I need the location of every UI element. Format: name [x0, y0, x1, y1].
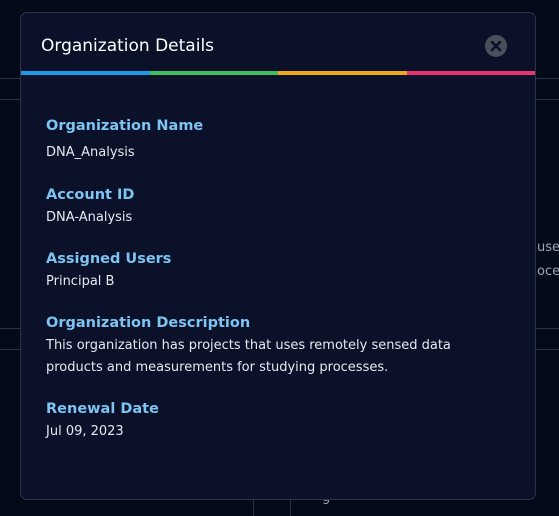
accent-segment-green — [149, 71, 278, 75]
close-button[interactable] — [485, 35, 507, 57]
org-description-field: Organization Description This organizati… — [46, 313, 506, 379]
renewal-date-value: Jul 09, 2023 — [46, 424, 124, 439]
org-description-label: Organization Description — [46, 315, 251, 331]
organization-details-modal: Organization Details Organization Name D… — [20, 12, 536, 500]
accent-color-bar — [21, 71, 535, 75]
org-description-value: This organization has projects that uses… — [46, 338, 451, 375]
org-name-label: Organization Name — [46, 118, 204, 134]
org-name-value: DNA_Analysis — [46, 145, 135, 160]
background-text-fragment: use — [537, 240, 559, 255]
org-name-field: Organization Name DNA_Analysis — [46, 116, 506, 164]
accent-segment-pink — [406, 71, 535, 75]
accent-segment-orange — [278, 71, 407, 75]
account-id-label: Account ID — [46, 187, 135, 203]
modal-header: Organization Details — [21, 13, 535, 71]
assigned-users-value: Principal B — [46, 274, 115, 289]
renewal-date-field: Renewal Date Jul 09, 2023 — [46, 399, 506, 443]
close-icon — [490, 40, 502, 52]
assigned-users-label: Assigned Users — [46, 251, 172, 267]
renewal-date-label: Renewal Date — [46, 401, 159, 417]
account-id-value: DNA-Analysis — [46, 210, 133, 225]
assigned-users-field: Assigned Users Principal B — [46, 249, 506, 293]
account-id-field: Account ID DNA-Analysis — [46, 185, 506, 229]
background-text-fragment: oces — [537, 264, 559, 279]
accent-segment-blue — [21, 71, 150, 75]
modal-title: Organization Details — [41, 36, 215, 56]
